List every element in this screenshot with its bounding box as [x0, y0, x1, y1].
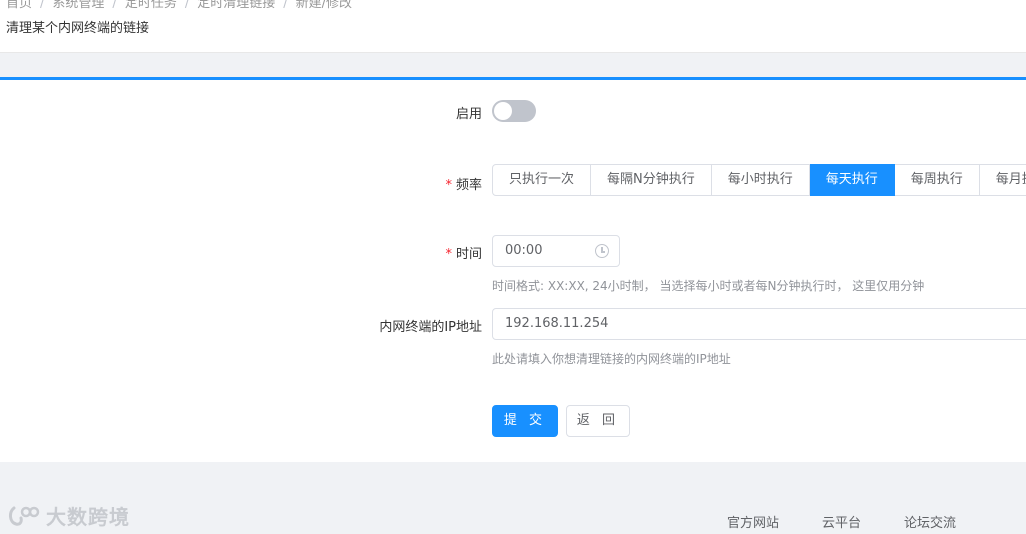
breadcrumb-item-clean-links[interactable]: 定时清理链接 — [197, 0, 275, 11]
required-mark: * — [445, 247, 452, 262]
time-label-text: 时间 — [455, 247, 482, 262]
frequency-label-text: 频率 — [455, 178, 482, 193]
ip-address-input[interactable]: 192.168.11.254 — [492, 308, 1026, 340]
frequency-option-every-n-minutes[interactable]: 每隔N分钟执行 — [591, 164, 712, 196]
toggle-knob — [494, 102, 512, 120]
time-picker-input[interactable]: 00:00 — [492, 235, 620, 267]
frequency-label: * 频率 — [282, 174, 482, 193]
watermark: 大数跨境 — [8, 501, 130, 530]
breadcrumb-separator: / — [283, 0, 288, 11]
breadcrumb-item-system[interactable]: 系统管理 — [52, 0, 104, 11]
frequency-option-daily[interactable]: 每天执行 — [809, 164, 895, 196]
page-footer: 大数跨境 官方网站 云平台 论坛交流 — [0, 462, 1026, 534]
footer-link-cloud-platform[interactable]: 云平台 — [822, 512, 861, 531]
breadcrumb-separator: / — [40, 0, 45, 11]
submit-button[interactable]: 提 交 — [492, 405, 558, 437]
breadcrumb-item-scheduled-tasks[interactable]: 定时任务 — [125, 0, 177, 11]
page-gap — [0, 53, 1026, 77]
time-hint: 时间格式: XX:XX, 24小时制， 当选择每小时或者每N分钟执行时， 这里仅… — [492, 279, 925, 293]
ip-label: 内网终端的IP地址 — [379, 320, 482, 335]
frequency-option-hourly[interactable]: 每小时执行 — [711, 164, 810, 196]
enable-toggle[interactable] — [492, 100, 536, 122]
breadcrumb: 首页 / 系统管理 / 定时任务 / 定时清理链接 / 新建/修改 — [6, 0, 352, 11]
breadcrumb-separator: / — [184, 0, 190, 11]
footer-link-forum[interactable]: 论坛交流 — [904, 512, 956, 531]
breadcrumb-item-home[interactable]: 首页 — [6, 0, 32, 11]
back-button[interactable]: 返 回 — [566, 405, 630, 437]
frequency-option-monthly[interactable]: 每月执行 — [979, 164, 1026, 196]
time-value: 00:00 — [505, 243, 543, 258]
time-label: * 时间 — [282, 243, 482, 262]
page-header: 首页 / 系统管理 / 定时任务 / 定时清理链接 / 新建/修改 清理某个内网终端的链接 — [0, 0, 1026, 53]
watermark-text: 大数跨境 — [46, 505, 130, 529]
frequency-radio-group: 只执行一次 每隔N分钟执行 每小时执行 每天执行 每周执行 每月执行 — [492, 164, 1026, 196]
ip-hint: 此处请填入你想清理链接的内网终端的IP地址 — [492, 352, 731, 366]
watermark-logo-icon — [9, 506, 40, 526]
frequency-option-weekly[interactable]: 每周执行 — [894, 164, 980, 196]
frequency-option-once[interactable]: 只执行一次 — [492, 164, 592, 196]
breadcrumb-separator: / — [112, 0, 117, 11]
enable-label: 启用 — [455, 107, 482, 122]
page-subtitle: 清理某个内网终端的链接 — [6, 21, 150, 36]
breadcrumb-item-current: 新建/修改 — [295, 0, 353, 11]
clock-icon — [595, 244, 609, 258]
required-mark: * — [445, 178, 452, 193]
ip-value: 192.168.11.254 — [505, 316, 609, 331]
footer-link-official-site[interactable]: 官方网站 — [727, 512, 779, 531]
